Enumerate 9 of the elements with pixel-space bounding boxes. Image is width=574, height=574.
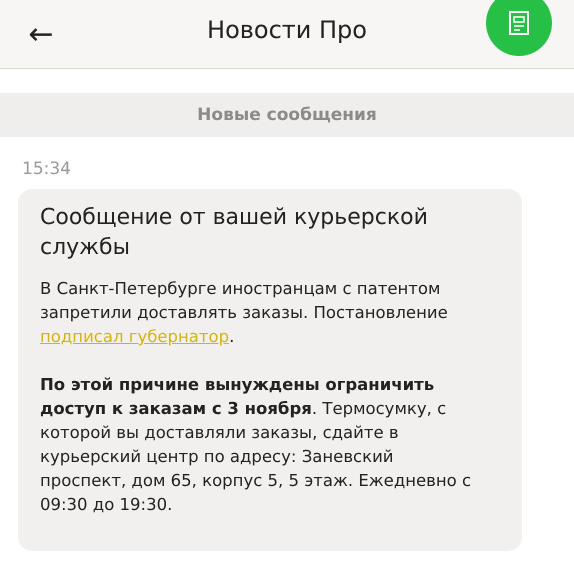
document-button[interactable] bbox=[486, 0, 552, 56]
page-title: Новости Про bbox=[207, 16, 367, 44]
document-icon bbox=[508, 10, 530, 36]
new-messages-banner: Новые сообщения bbox=[0, 93, 574, 137]
back-button[interactable]: ← bbox=[24, 16, 58, 52]
message-paragraph: В Санкт-Петербурге иностранцам с патентом запретили доставлять заказы. Постановление подписал губернатор. bbox=[40, 278, 449, 348]
message-time: 15:34 bbox=[22, 159, 72, 179]
message-title: Сообщение от вашей курьерской службы bbox=[40, 204, 429, 262]
message-paragraph: По этой причине вынуждены ограничить доступ к заказам с 3 ноября. Термосумку, с которой вы доставляли заказы, сдайте в курьерский центр по адресу: Заневский проспект, дом 65, корпус 5, 5 этаж. Ежедневно с 09:30 до 19:30. bbox=[40, 374, 472, 516]
